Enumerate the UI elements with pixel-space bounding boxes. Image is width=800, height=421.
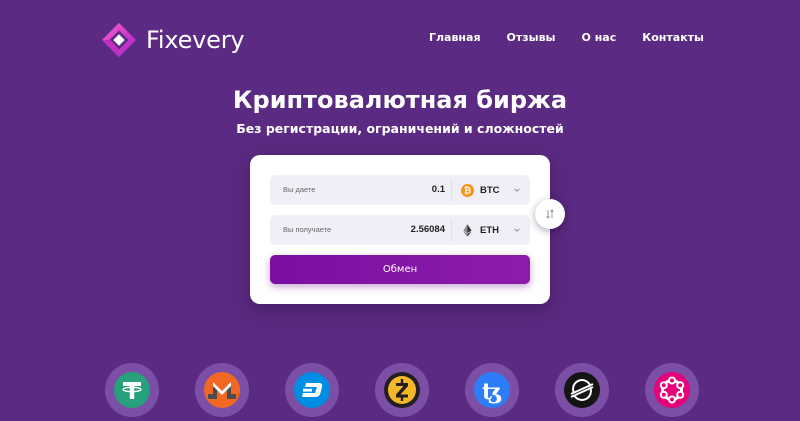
get-field: Вы получаете 2.56084 ETH — [270, 215, 530, 245]
monero-icon — [204, 372, 240, 408]
get-currency-select[interactable]: ETH — [452, 215, 530, 245]
get-label: Вы получаете — [283, 225, 332, 234]
give-currency-name: BTC — [480, 184, 500, 196]
logo-mark-icon — [101, 22, 137, 58]
svg-text:ꜩ: ꜩ — [482, 379, 502, 405]
coin-polkadot[interactable] — [645, 363, 699, 417]
coin-zcash[interactable] — [375, 363, 429, 417]
coin-tether[interactable] — [105, 363, 159, 417]
nav-reviews[interactable]: Отзывы — [507, 31, 556, 44]
nav-home[interactable]: Главная — [429, 31, 481, 44]
give-field: Вы даете 0.1 ₿ BTC — [270, 175, 530, 205]
swap-arrows-icon — [546, 209, 554, 219]
tether-icon — [114, 372, 150, 408]
exchange-button[interactable]: Обмен — [270, 255, 530, 284]
coin-stellar[interactable] — [555, 363, 609, 417]
hero-title: Криптовалютная биржа — [232, 86, 568, 114]
swap-button[interactable] — [535, 199, 565, 229]
main-nav: Главная Отзывы О нас Контакты — [429, 31, 704, 44]
hero-subtitle: Без регистрации, ограничений и сложносте… — [236, 121, 564, 136]
site-header: Fixevery Главная Отзывы О нас Контакты — [0, 0, 800, 80]
dash-icon — [294, 372, 330, 408]
bitcoin-icon: ₿ — [461, 183, 474, 197]
get-amount-value: 2.56084 — [410, 224, 445, 235]
coin-monero[interactable] — [195, 363, 249, 417]
chevron-down-icon — [514, 228, 520, 232]
give-amount-input[interactable]: 0.1 — [432, 175, 445, 205]
coin-tezos[interactable]: ꜩ — [465, 363, 519, 417]
chevron-down-icon — [514, 188, 520, 192]
nav-about[interactable]: О нас — [582, 31, 617, 44]
polkadot-icon — [654, 372, 690, 408]
tezos-icon: ꜩ — [474, 372, 510, 408]
logo-text: Fixevery — [146, 26, 245, 54]
logo[interactable]: Fixevery — [100, 20, 245, 60]
zcash-icon — [384, 372, 420, 408]
give-currency-select[interactable]: ₿ BTC — [452, 175, 530, 205]
coins-row: ꜩ — [0, 363, 800, 421]
stellar-icon — [564, 372, 600, 408]
get-currency-name: ETH — [480, 224, 499, 236]
exchange-card: Вы даете 0.1 ₿ BTC Вы получаете 2.56084 — [250, 155, 550, 304]
svg-text:₿: ₿ — [464, 185, 471, 196]
nav-contacts[interactable]: Контакты — [642, 31, 704, 44]
ethereum-icon — [463, 223, 472, 237]
coin-dash[interactable] — [285, 363, 339, 417]
give-label: Вы даете — [283, 185, 316, 194]
